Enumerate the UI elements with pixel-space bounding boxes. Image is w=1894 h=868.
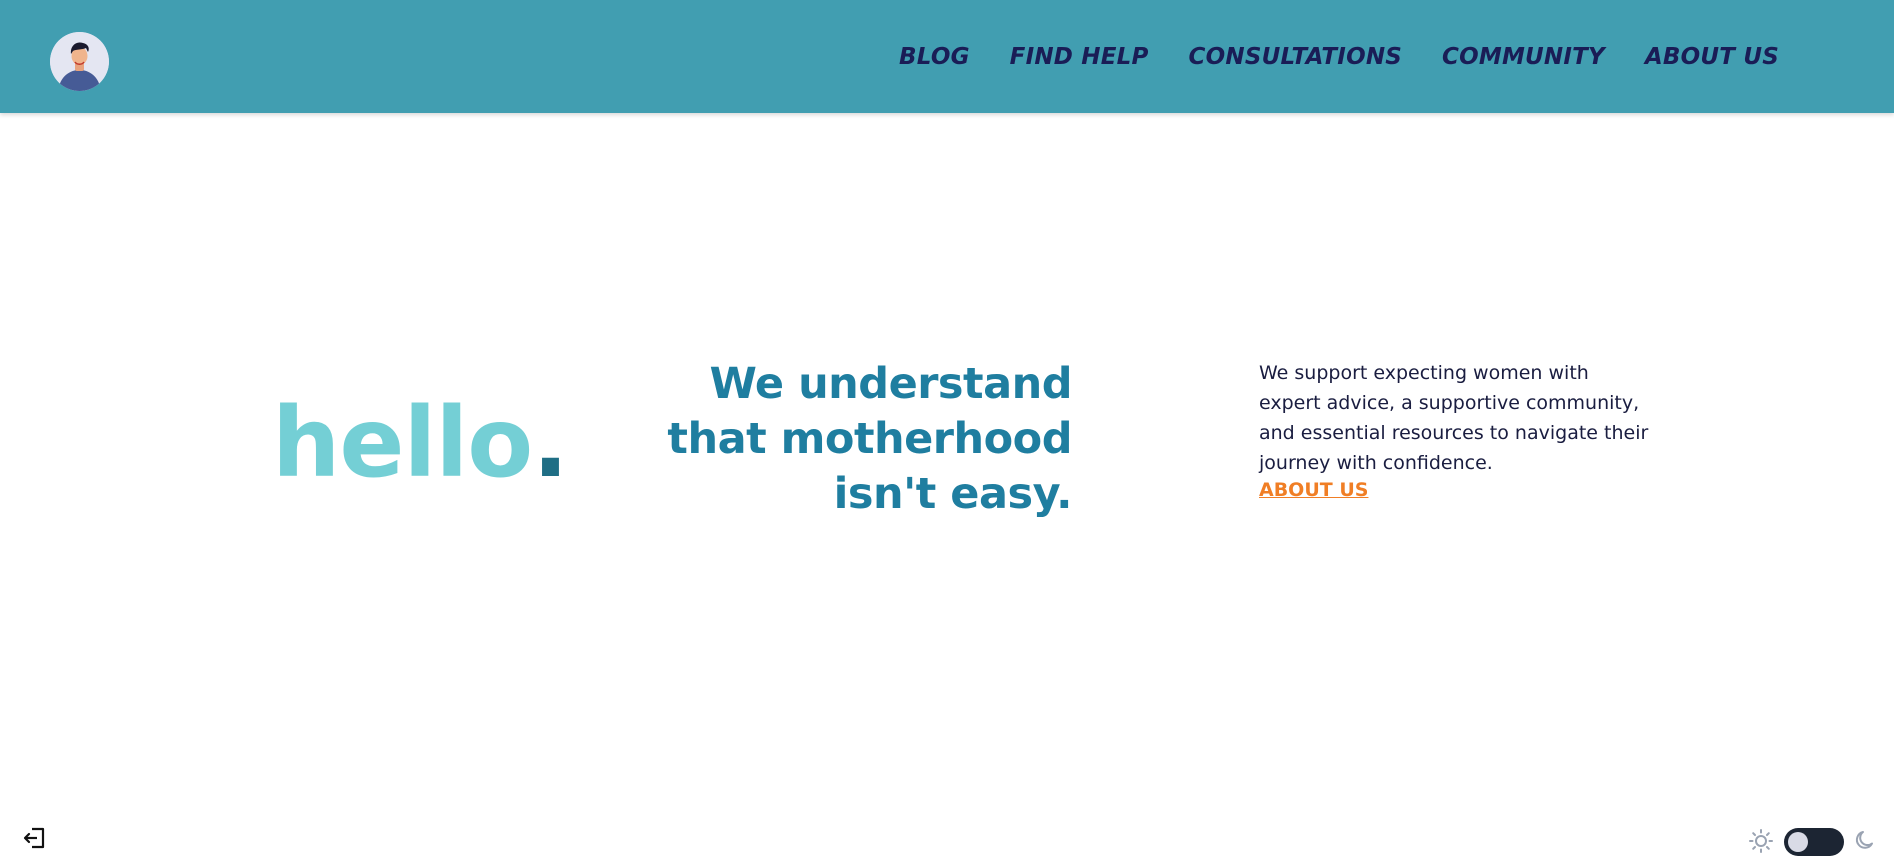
headline-line-3: isn't easy.	[833, 469, 1073, 519]
description-line-2: expert advice, a supportive community,	[1259, 392, 1640, 414]
nav-link-blog[interactable]: BLOG	[899, 44, 970, 70]
nav-link-find-help[interactable]: FIND HELP	[1010, 44, 1149, 70]
description-line-3: and essential resources to navigate thei…	[1259, 422, 1649, 444]
hero-headline: We understand that motherhood isn't easy…	[640, 357, 1072, 522]
headline-line-2: that motherhood	[667, 414, 1072, 464]
hello-dot: .	[532, 387, 568, 499]
hello-heading: hello.	[272, 387, 569, 499]
theme-toggle[interactable]	[1784, 828, 1844, 856]
hero-description: We support expecting women with expert a…	[1259, 358, 1649, 478]
main-nav: BLOG FIND HELP CONSULTATIONS COMMUNITY A…	[899, 0, 1779, 113]
about-us-link[interactable]: ABOUT US	[1259, 479, 1368, 501]
hello-word: hello	[272, 387, 533, 499]
moon-icon	[1853, 828, 1877, 852]
user-avatar[interactable]	[50, 32, 109, 91]
description-line-4: journey with confidence.	[1259, 452, 1493, 474]
headline-line-1: We understand	[709, 359, 1073, 409]
nav-link-consultations[interactable]: CONSULTATIONS	[1189, 44, 1403, 70]
description-line-1: We support expecting women with	[1259, 362, 1589, 384]
sun-icon	[1748, 828, 1774, 854]
nav-link-community[interactable]: COMMUNITY	[1442, 44, 1605, 70]
theme-toggle-knob	[1788, 832, 1808, 852]
avatar-illustration	[50, 32, 109, 91]
nav-link-about-us[interactable]: ABOUT US	[1645, 44, 1779, 70]
logout-icon[interactable]	[22, 825, 48, 851]
logout-icon-glyph	[23, 827, 45, 849]
top-navbar: BLOG FIND HELP CONSULTATIONS COMMUNITY A…	[0, 0, 1894, 113]
